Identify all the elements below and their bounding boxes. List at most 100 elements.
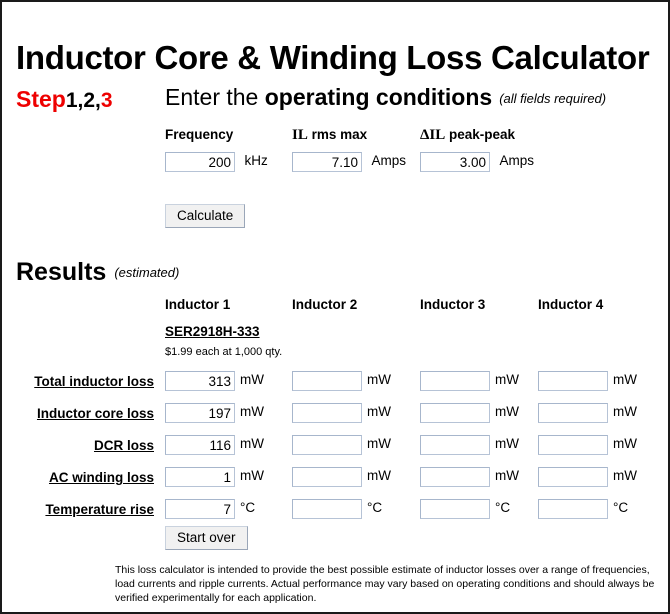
result-value-input[interactable] — [165, 467, 235, 487]
delta-il-unit: Amps — [499, 152, 534, 168]
results-heading-group: Results (estimated) — [16, 258, 179, 287]
result-unit-label: mW — [240, 371, 264, 387]
result-value-input[interactable] — [538, 371, 608, 391]
result-value-input[interactable] — [165, 403, 235, 423]
il-rms-unit: Amps — [371, 152, 406, 168]
result-value-input[interactable] — [292, 403, 362, 423]
result-row-label: Total inductor loss — [2, 374, 154, 389]
result-cell: mW — [165, 403, 264, 423]
column-header-inductor-4: Inductor 4 — [538, 297, 604, 312]
condition-symbol-il-rms: IL — [292, 127, 308, 143]
condition-text-delta-il: peak-peak — [445, 127, 516, 142]
result-unit-label: mW — [613, 403, 637, 419]
condition-group-delta-il: ΔIL peak-peak Amps — [420, 127, 534, 172]
frequency-unit: kHz — [244, 152, 268, 168]
result-cell: mW — [420, 467, 519, 487]
result-cell: °C — [538, 499, 628, 519]
disclaimer-text: This loss calculator is intended to prov… — [115, 564, 655, 604]
result-row-label-text: Temperature rise — [45, 502, 154, 517]
instruction-bold-text: operating conditions — [264, 84, 493, 110]
calculate-button[interactable]: Calculate — [165, 204, 246, 228]
result-value-input[interactable] — [420, 467, 490, 487]
result-value-input[interactable] — [292, 467, 362, 487]
condition-input-row-delta-il: Amps — [420, 152, 534, 172]
result-row-label-text: Inductor core loss — [36, 406, 154, 421]
result-unit-label: mW — [495, 371, 519, 387]
instruction-line: Enter the operating conditions (all field… — [165, 84, 606, 111]
result-unit-label: mW — [367, 435, 391, 451]
result-row-label-text: DCR loss — [93, 438, 154, 453]
condition-input-row-il-rms: Amps — [292, 152, 406, 172]
results-heading: Results — [16, 258, 107, 286]
result-row-label-text: AC winding loss — [48, 470, 154, 485]
result-cell: mW — [165, 467, 264, 487]
part-price-text: $1.99 each at 1,000 qty. — [165, 346, 283, 358]
result-unit-label: °C — [613, 499, 629, 515]
condition-text-il-rms: rms max — [307, 127, 368, 142]
condition-group-il-rms: IL rms max Amps — [292, 127, 406, 172]
result-value-input[interactable] — [420, 403, 490, 423]
result-value-input[interactable] — [538, 435, 608, 455]
result-unit-label: mW — [367, 371, 391, 387]
delta-il-peak-peak-input[interactable] — [420, 152, 490, 172]
result-cell: mW — [420, 371, 519, 391]
page-title: Inductor Core & Winding Loss Calculator — [16, 39, 650, 77]
column-header-inductor-3: Inductor 3 — [420, 297, 486, 312]
result-cell: mW — [420, 403, 519, 423]
result-value-input[interactable] — [292, 435, 362, 455]
result-value-input[interactable] — [420, 499, 490, 519]
result-cell: °C — [292, 499, 382, 519]
column-header-inductor-2: Inductor 2 — [292, 297, 358, 312]
start-over-button[interactable]: Start over — [165, 526, 248, 550]
condition-text-frequency: Frequency — [165, 127, 234, 142]
result-value-input[interactable] — [538, 403, 608, 423]
result-value-input[interactable] — [538, 467, 608, 487]
frequency-input[interactable] — [165, 152, 235, 172]
condition-input-row-frequency: kHz — [165, 152, 268, 172]
result-unit-label: mW — [495, 435, 519, 451]
condition-label-il-rms: IL rms max — [292, 127, 367, 145]
result-unit-label: mW — [613, 435, 637, 451]
step-numbers-black: 1,2, — [65, 89, 101, 112]
result-row-label-text: Total inductor loss — [34, 374, 154, 389]
result-cell: mW — [292, 435, 391, 455]
result-cell: °C — [420, 499, 510, 519]
result-value-input[interactable] — [292, 371, 362, 391]
result-cell: mW — [538, 467, 637, 487]
result-unit-label: mW — [240, 403, 264, 419]
step-indicator: Step1,2,3 — [16, 86, 113, 113]
result-unit-label: °C — [495, 499, 511, 515]
result-unit-label: mW — [495, 467, 519, 483]
result-unit-label: mW — [613, 371, 637, 387]
result-unit-label: mW — [495, 403, 519, 419]
result-cell: mW — [165, 371, 264, 391]
column-header-inductor-1: Inductor 1 — [165, 297, 231, 312]
result-unit-label: °C — [367, 499, 383, 515]
result-value-input[interactable] — [292, 499, 362, 519]
result-unit-label: °C — [240, 499, 256, 515]
calculator-page: Inductor Core & Winding Loss Calculator … — [0, 0, 670, 614]
step-word-label: Step — [16, 86, 66, 112]
instruction-plain-text: Enter the — [165, 84, 265, 110]
result-value-input[interactable] — [165, 499, 235, 519]
result-cell: mW — [538, 371, 637, 391]
il-rms-max-input[interactable] — [292, 152, 362, 172]
result-value-input[interactable] — [420, 435, 490, 455]
result-unit-label: mW — [367, 467, 391, 483]
result-cell: mW — [538, 403, 637, 423]
result-value-input[interactable] — [420, 371, 490, 391]
result-value-input[interactable] — [165, 435, 235, 455]
result-unit-label: mW — [240, 435, 264, 451]
result-row-label: DCR loss — [2, 438, 154, 453]
result-unit-label: mW — [367, 403, 391, 419]
result-value-input[interactable] — [538, 499, 608, 519]
result-cell: mW — [292, 371, 391, 391]
result-cell: °C — [165, 499, 255, 519]
result-row-label: AC winding loss — [2, 470, 154, 485]
part-number-link[interactable]: SER2918H-333 — [165, 324, 260, 339]
result-value-input[interactable] — [165, 371, 235, 391]
result-cell: mW — [538, 435, 637, 455]
result-row-label: Temperature rise — [2, 502, 154, 517]
condition-symbol-delta-il: ΔIL — [420, 127, 446, 143]
result-cell: mW — [292, 467, 391, 487]
